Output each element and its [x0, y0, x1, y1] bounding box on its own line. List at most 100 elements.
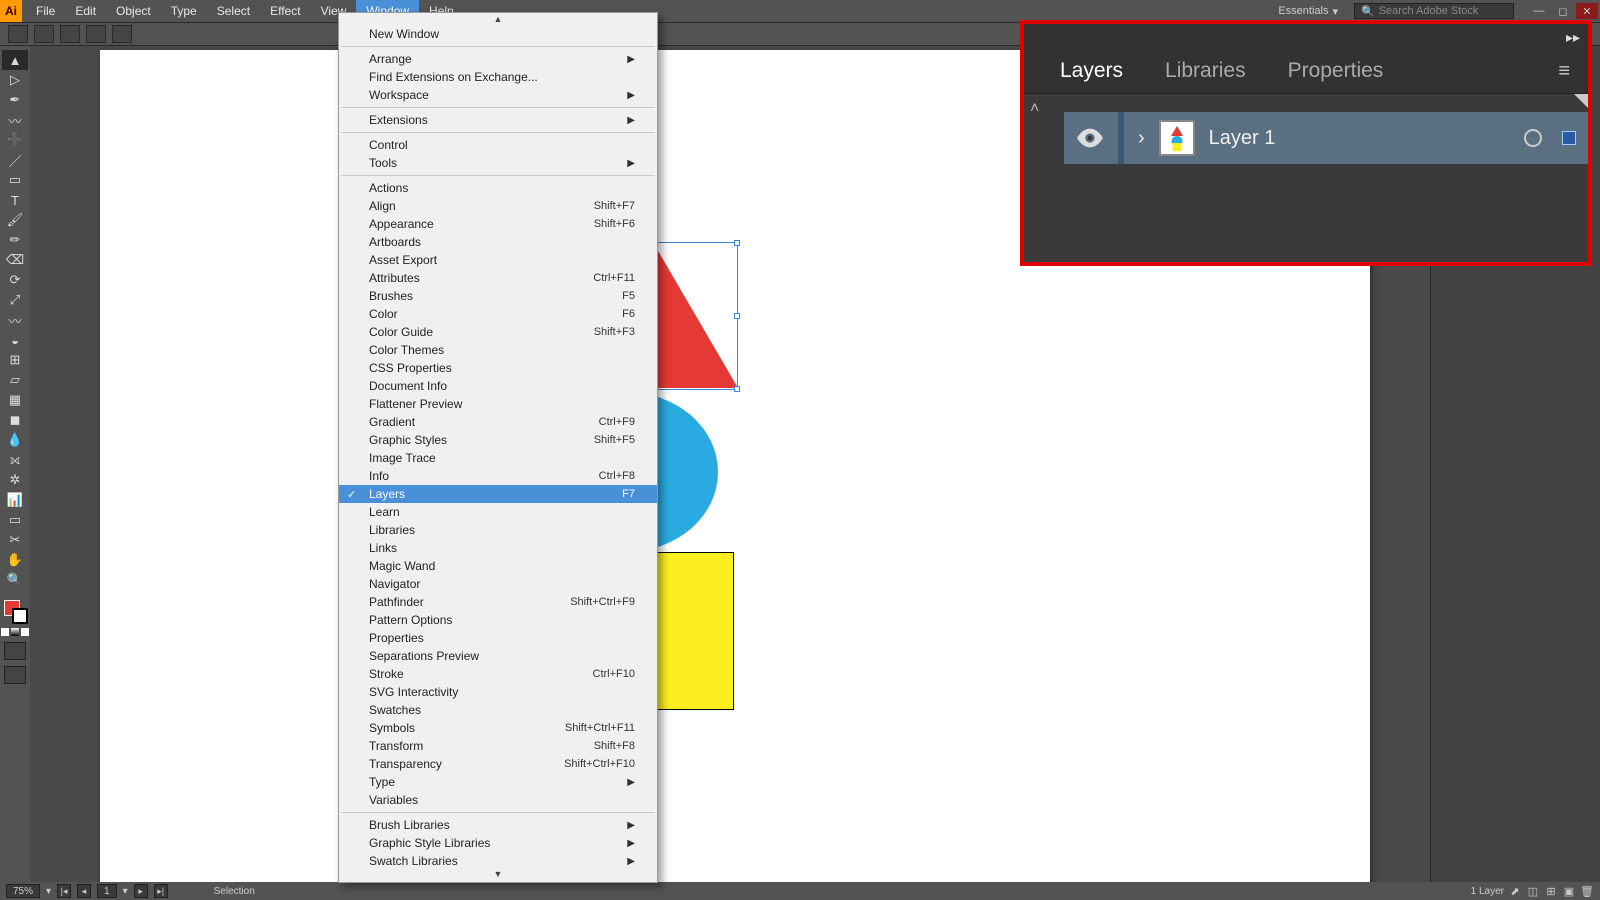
- menuitem-align[interactable]: AlignShift+F7: [339, 197, 657, 215]
- menu-object[interactable]: Object: [106, 0, 161, 22]
- menuitem-actions[interactable]: Actions: [339, 179, 657, 197]
- menuitem-transparency[interactable]: TransparencyShift+Ctrl+F10: [339, 755, 657, 773]
- menuitem-control[interactable]: Control: [339, 136, 657, 154]
- search-input[interactable]: 🔍 Search Adobe Stock: [1354, 3, 1514, 19]
- menuitem-flattener-preview[interactable]: Flattener Preview: [339, 395, 657, 413]
- next-artboard-button[interactable]: ▸: [134, 884, 148, 898]
- menuitem-color-guide[interactable]: Color GuideShift+F3: [339, 323, 657, 341]
- minimize-button[interactable]: —: [1528, 3, 1550, 19]
- tool-type[interactable]: T: [2, 190, 28, 210]
- draw-mode-button[interactable]: [4, 642, 26, 660]
- menuitem-properties[interactable]: Properties: [339, 629, 657, 647]
- chevron-up-icon[interactable]: ˄: [1030, 100, 1039, 118]
- color-icon[interactable]: [1, 628, 9, 636]
- menu-select[interactable]: Select: [207, 0, 260, 22]
- selection-indicator-icon[interactable]: [1562, 131, 1576, 145]
- menu-edit[interactable]: Edit: [65, 0, 106, 22]
- control-preferences-icon[interactable]: [60, 25, 80, 43]
- chevron-down-icon[interactable]: ▾: [46, 886, 51, 897]
- menu-type[interactable]: Type: [161, 0, 207, 22]
- tool-column-graph[interactable]: 📊: [2, 490, 28, 510]
- scroll-down-arrow-icon[interactable]: ▼: [339, 870, 657, 880]
- tool-gradient[interactable]: ◼: [2, 410, 28, 430]
- tool-direct-selection[interactable]: ▷: [2, 70, 28, 90]
- tool-shape-builder[interactable]: ◒: [2, 330, 28, 350]
- panel-tab-layers[interactable]: Layers: [1054, 51, 1129, 93]
- expand-panels-icon[interactable]: ▸▸: [1566, 29, 1580, 46]
- panel-tab-properties[interactable]: Properties: [1282, 51, 1390, 93]
- menuitem-document-info[interactable]: Document Info: [339, 377, 657, 395]
- tool-zoom[interactable]: 🔍: [2, 570, 28, 590]
- menuitem-navigator[interactable]: Navigator: [339, 575, 657, 593]
- tool-perspective[interactable]: ▱: [2, 370, 28, 390]
- menuitem-swatch-libraries[interactable]: Swatch Libraries▶: [339, 852, 657, 870]
- tool-mesh[interactable]: ▦: [2, 390, 28, 410]
- menuitem-pattern-options[interactable]: Pattern Options: [339, 611, 657, 629]
- scroll-up-arrow-icon[interactable]: ▲: [339, 15, 657, 25]
- menuitem-svg-interactivity[interactable]: SVG Interactivity: [339, 683, 657, 701]
- first-artboard-button[interactable]: |◂: [57, 884, 71, 898]
- menuitem-brush-libraries[interactable]: Brush Libraries▶: [339, 816, 657, 834]
- tool-slice[interactable]: ✂: [2, 530, 28, 550]
- menuitem-appearance[interactable]: AppearanceShift+F6: [339, 215, 657, 233]
- menuitem-links[interactable]: Links: [339, 539, 657, 557]
- menuitem-arrange[interactable]: Arrange▶: [339, 50, 657, 68]
- zoom-field[interactable]: 75%: [6, 884, 40, 898]
- delete-layer-icon[interactable]: 🗑: [1580, 884, 1594, 898]
- menuitem-magic-wand[interactable]: Magic Wand: [339, 557, 657, 575]
- control-transform-icon[interactable]: [112, 25, 132, 43]
- menuitem-gradient[interactable]: GradientCtrl+F9: [339, 413, 657, 431]
- menuitem-artboards[interactable]: Artboards: [339, 233, 657, 251]
- chevron-right-icon[interactable]: ›: [1138, 127, 1145, 150]
- menuitem-layers[interactable]: ✓LayersF7: [339, 485, 657, 503]
- control-noselection-icon[interactable]: [8, 25, 28, 43]
- menu-file[interactable]: File: [26, 0, 65, 22]
- tool-artboard[interactable]: ▭: [2, 510, 28, 530]
- fill-stroke-swatch[interactable]: [2, 598, 28, 624]
- menuitem-extensions[interactable]: Extensions▶: [339, 111, 657, 129]
- tool-width[interactable]: 〰: [2, 310, 28, 330]
- control-doc-setup-icon[interactable]: [34, 25, 54, 43]
- tool-add-anchor[interactable]: ➕: [2, 130, 28, 150]
- menuitem-info[interactable]: InfoCtrl+F8: [339, 467, 657, 485]
- tool-symbol-sprayer[interactable]: ✲: [2, 470, 28, 490]
- last-artboard-button[interactable]: ▸|: [154, 884, 168, 898]
- tool-line[interactable]: ／: [2, 150, 28, 170]
- maximize-button[interactable]: ◻: [1552, 3, 1574, 19]
- artboard-number-field[interactable]: 1: [97, 884, 117, 898]
- none-icon[interactable]: [21, 628, 29, 636]
- menuitem-graphic-styles[interactable]: Graphic StylesShift+F5: [339, 431, 657, 449]
- menuitem-type[interactable]: Type▶: [339, 773, 657, 791]
- tool-rectangle[interactable]: ▭: [2, 170, 28, 190]
- tool-blend[interactable]: ⟗: [2, 450, 28, 470]
- selection-handle[interactable]: [734, 386, 740, 392]
- selection-handle[interactable]: [734, 313, 740, 319]
- menuitem-color-themes[interactable]: Color Themes: [339, 341, 657, 359]
- tool-hand[interactable]: ✋: [2, 550, 28, 570]
- selection-handle[interactable]: [734, 240, 740, 246]
- menuitem-graphic-style-libraries[interactable]: Graphic Style Libraries▶: [339, 834, 657, 852]
- panel-menu-icon[interactable]: ≡: [1558, 60, 1570, 93]
- workspace-switcher[interactable]: Essentials ▾: [1270, 5, 1346, 18]
- menuitem-image-trace[interactable]: Image Trace: [339, 449, 657, 467]
- menuitem-symbols[interactable]: SymbolsShift+Ctrl+F11: [339, 719, 657, 737]
- close-button[interactable]: ✕: [1576, 3, 1598, 19]
- menuitem-css-properties[interactable]: CSS Properties: [339, 359, 657, 377]
- tool-pen[interactable]: ✒: [2, 90, 28, 110]
- menuitem-swatches[interactable]: Swatches: [339, 701, 657, 719]
- tool-pencil[interactable]: ✏: [2, 230, 28, 250]
- tool-scale[interactable]: ⤢: [2, 290, 28, 310]
- chevron-down-icon[interactable]: ▾: [123, 886, 128, 897]
- menuitem-brushes[interactable]: BrushesF5: [339, 287, 657, 305]
- menu-effect[interactable]: Effect: [260, 0, 310, 22]
- layer-name-label[interactable]: Layer 1: [1209, 127, 1510, 150]
- tool-selection[interactable]: ▲: [2, 50, 28, 70]
- control-align-icon[interactable]: [86, 25, 106, 43]
- tool-eyedropper[interactable]: 💧: [2, 430, 28, 450]
- screen-mode-button[interactable]: [4, 666, 26, 684]
- tool-rotate[interactable]: ⟳: [2, 270, 28, 290]
- menuitem-tools[interactable]: Tools▶: [339, 154, 657, 172]
- target-icon[interactable]: [1524, 129, 1542, 147]
- prev-artboard-button[interactable]: ◂: [77, 884, 91, 898]
- menuitem-attributes[interactable]: AttributesCtrl+F11: [339, 269, 657, 287]
